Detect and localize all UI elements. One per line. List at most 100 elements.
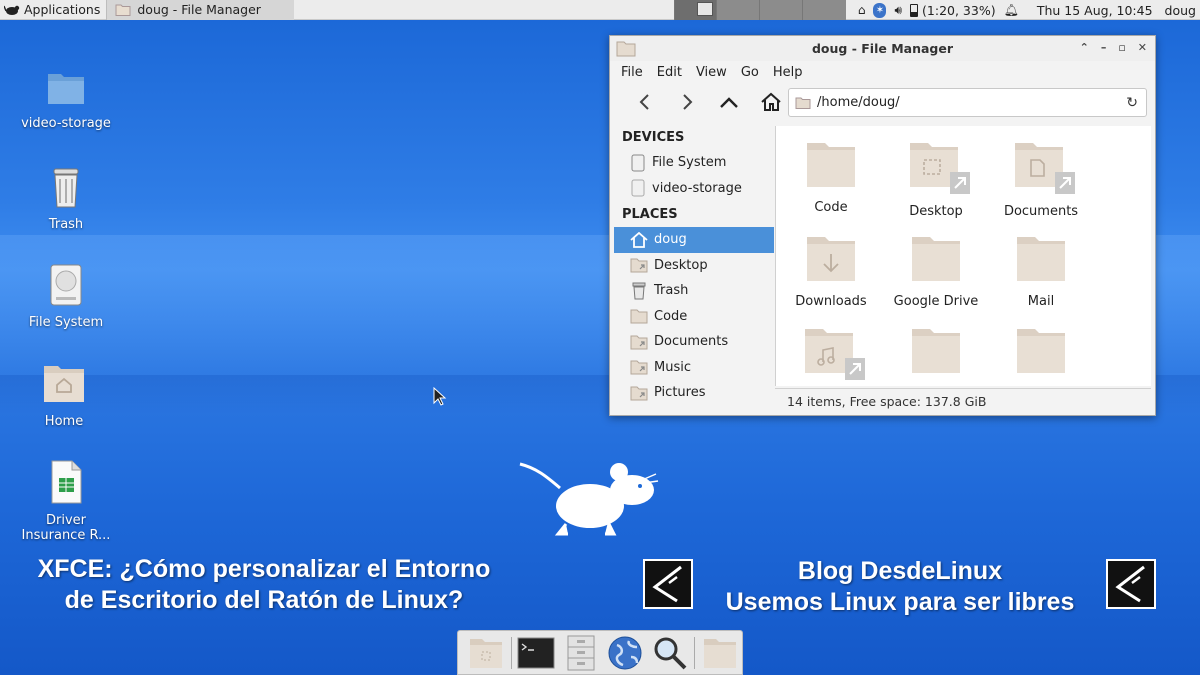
maximize-button[interactable]: ▫ [1118,41,1125,54]
user-menu[interactable]: doug [1165,3,1196,18]
overlay-left-line1: XFCE: ¿Cómo personalizar el Entorno [37,555,491,583]
bottom-dock [457,630,743,675]
sidebar-item-file-system[interactable]: File System [614,150,774,176]
drive-icon [631,154,645,172]
sidebar-item-label: Music [654,359,691,375]
workspace-3[interactable] [759,0,802,20]
file-item-music[interactable] [781,326,881,386]
parent-folder-button[interactable] [708,87,750,117]
home-folder-icon [470,638,503,668]
file-item-folder[interactable] [991,326,1091,382]
system-tray: ⌂ ✶ 🔊︎ (1:20, 33%) 🔔︎ Thu 15 Aug, 10:45 … [858,0,1200,20]
taskbar-file-manager-button[interactable]: doug - File Manager [106,0,295,20]
menu-go[interactable]: Go [741,65,759,80]
sidebar-item-trash[interactable]: Trash [614,278,774,304]
pictures-folder-icon [630,386,648,401]
reload-icon[interactable]: ↻ [1126,95,1138,111]
shade-button[interactable]: ⌃ [1080,41,1089,54]
file-item-label: Mail [1027,294,1055,309]
file-item-label: Documents [1003,204,1079,219]
desdelinux-logo-icon [652,565,682,603]
file-icon-view[interactable]: Code Desktop Documents Downloads Google … [775,126,1151,386]
file-item-folder[interactable] [886,326,986,382]
minimize-button[interactable]: – [1101,41,1107,54]
workspace-1[interactable] [674,0,716,20]
folder-icon [912,329,960,373]
home-folder-icon [795,97,811,109]
sidebar-item-label: Documents [654,334,729,350]
location-path: /home/doug/ [817,95,900,110]
menu-view[interactable]: View [696,65,727,80]
sidebar-item-video-storage[interactable]: video-storage [614,176,774,202]
home-button[interactable] [750,87,792,117]
forward-button[interactable] [666,87,708,117]
sidebar-item-label: Trash [654,283,689,299]
sidebar-item-music[interactable]: Music [614,355,774,381]
notifications-bell-icon[interactable]: 🔔︎ [1004,3,1019,17]
battery-status: (1:20, 33%) [922,2,996,18]
top-panel: Applications doug - File Manager ⌂ ✶ 🔊︎ … [0,0,1200,20]
desktop-icon-label: File System [28,315,104,330]
clock[interactable]: Thu 15 Aug, 10:45 [1037,3,1153,18]
drive-icon [631,179,645,197]
folder-icon [48,74,84,104]
sidebar-heading-devices: DEVICES [622,130,685,145]
volume-icon[interactable]: 🔊︎ [894,3,902,18]
desktop-icon-driver-insurance[interactable]: Driver Insurance R... [14,459,118,543]
folder-icon [115,4,131,16]
desktop-icon-trash[interactable]: Trash [14,165,118,232]
folder-icon [1017,237,1065,281]
xfce-mouse-icon [4,5,20,15]
file-item-label: Code [814,200,848,215]
file-manager-app-icon [616,41,636,57]
dock-search-launcher[interactable] [648,633,693,673]
file-item-mail[interactable]: Mail [991,234,1091,309]
dock-folder-launcher[interactable] [697,633,742,673]
sidebar-item-documents[interactable]: Documents [614,329,774,355]
desktop-icon-home[interactable]: Home [12,362,116,429]
terminal-icon [517,637,555,668]
dock-file-manager-launcher[interactable] [558,633,603,673]
desktop-folder-link-icon [910,143,970,194]
desktop-icon-file-system[interactable]: File System [14,263,118,330]
sidebar-item-code[interactable]: Code [614,304,774,330]
downloads-folder-icon [807,237,855,281]
applications-menu-button[interactable]: Applications [0,0,106,20]
dock-terminal-launcher[interactable] [514,633,559,673]
bluetooth-icon[interactable]: ✶ [873,2,887,18]
desktop-icon-video-storage[interactable]: video-storage [14,68,118,131]
home-folder-icon [44,366,84,402]
workspace-4[interactable] [802,0,846,20]
battery-icon[interactable] [910,3,919,17]
file-manager-window: doug - File Manager ⌃ – ▫ ✕ File Edit Vi… [609,35,1156,416]
workspace-2[interactable] [716,0,759,20]
sidebar-item-doug[interactable]: doug [614,227,774,253]
folder-icon [703,638,736,668]
file-item-code[interactable]: Code [781,140,881,215]
network-icon[interactable]: ⌂ [858,3,866,17]
dock-web-browser-launcher[interactable] [603,633,648,673]
menu-help[interactable]: Help [773,65,803,80]
close-button[interactable]: ✕ [1138,41,1147,54]
location-bar[interactable]: /home/doug/ ↻ [788,88,1147,117]
music-folder-link-icon [805,329,865,380]
music-folder-icon [630,360,648,375]
sidebar-heading-places: PLACES [622,207,678,222]
back-button[interactable] [624,87,666,117]
file-item-downloads[interactable]: Downloads [781,234,881,309]
folder-icon [807,143,855,187]
menu-file[interactable]: File [621,65,643,80]
sidebar-item-label: Code [654,308,688,324]
applications-label: Applications [24,2,101,17]
file-item-desktop[interactable]: Desktop [886,140,986,219]
sidebar-item-pictures[interactable]: Pictures [614,380,774,406]
file-item-documents[interactable]: Documents [991,140,1091,219]
window-titlebar[interactable]: doug - File Manager ⌃ – ▫ ✕ [610,36,1155,61]
file-item-google-drive[interactable]: Google Drive [886,234,986,309]
dock-home-launcher[interactable] [464,633,509,673]
trash-icon [53,168,79,208]
menu-edit[interactable]: Edit [657,65,682,80]
sidebar-item-desktop[interactable]: Desktop [614,253,774,279]
desdelinux-logo-icon [1115,565,1145,603]
folder-icon [1017,329,1065,373]
